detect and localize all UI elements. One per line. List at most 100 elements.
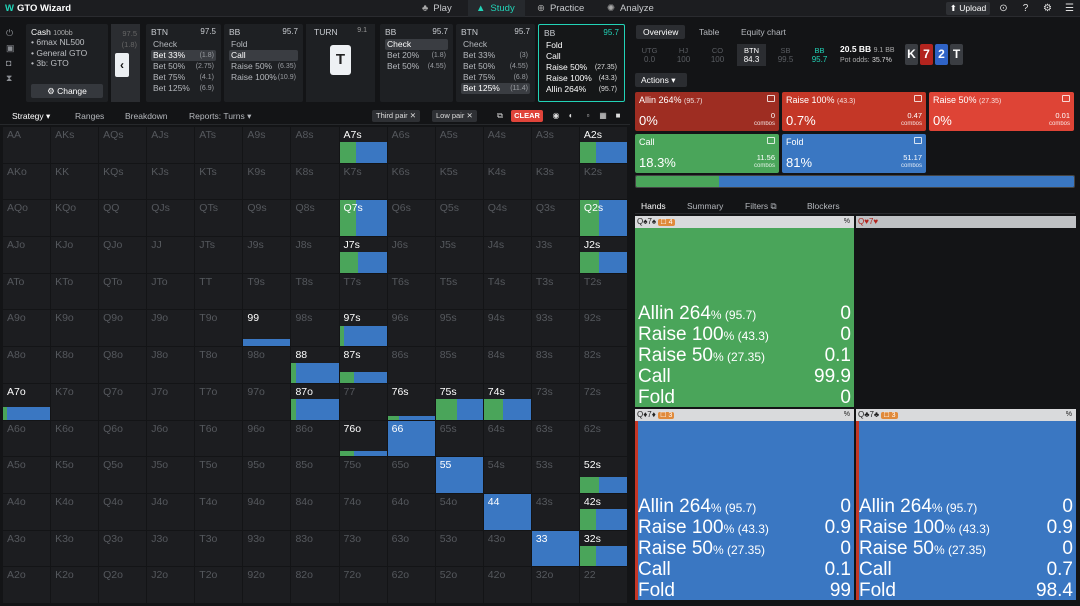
position-chip[interactable]: HJ 100 bbox=[669, 44, 698, 66]
hand-cell[interactable]: 98s bbox=[291, 310, 339, 347]
hand-cell[interactable]: A8s bbox=[291, 127, 339, 163]
position-chip[interactable]: UTG 0.0 bbox=[635, 44, 664, 66]
hand-cell[interactable]: KQs bbox=[99, 163, 147, 200]
close-icon[interactable]: ✕ bbox=[410, 111, 416, 120]
gear-icon[interactable]: ⚙ bbox=[1041, 2, 1054, 15]
hand-cell[interactable]: 53s bbox=[531, 457, 579, 493]
hand-cell[interactable]: T8o bbox=[195, 347, 243, 383]
hand-cell[interactable]: 96s bbox=[387, 310, 435, 347]
hand-cell[interactable]: 72s bbox=[579, 383, 627, 420]
hand-cell[interactable]: T2s bbox=[579, 273, 627, 310]
node-action[interactable]: Raise 100% (10.9) bbox=[229, 72, 298, 83]
hand-cell[interactable]: 77 bbox=[339, 383, 387, 420]
hand-cell[interactable]: 86o bbox=[291, 420, 339, 457]
hand-cell[interactable]: Q9s bbox=[243, 200, 291, 237]
hand-cell[interactable]: T5s bbox=[435, 273, 483, 310]
hand-cell[interactable]: 96o bbox=[243, 420, 291, 457]
hand-cell[interactable]: J7o bbox=[147, 383, 195, 420]
hand-cell[interactable]: A4s bbox=[483, 127, 531, 163]
hand-cell[interactable]: J7s bbox=[339, 237, 387, 273]
nav-practice[interactable]: ⊕ Practice bbox=[537, 0, 595, 17]
hand-cell[interactable]: KJs bbox=[147, 163, 195, 200]
hand-cell[interactable]: 44 bbox=[483, 493, 531, 530]
hand-cell[interactable]: AJo bbox=[3, 237, 51, 273]
hand-cell[interactable]: K9o bbox=[51, 310, 99, 347]
hand-cell[interactable]: AQs bbox=[99, 127, 147, 163]
tab-overview[interactable]: Overview bbox=[636, 25, 686, 39]
hand-cell[interactable]: 66 bbox=[387, 420, 435, 457]
hand-cell[interactable]: J6o bbox=[147, 420, 195, 457]
hand-cell[interactable]: J6s bbox=[387, 237, 435, 273]
hand-cell[interactable]: 87o bbox=[291, 383, 339, 420]
hand-cell[interactable]: T9o bbox=[195, 310, 243, 347]
hand-cell[interactable]: 93o bbox=[243, 530, 291, 567]
hand-cell[interactable]: Q3s bbox=[531, 200, 579, 237]
hand-cell[interactable]: K3o bbox=[51, 530, 99, 567]
hand-cell[interactable]: J4s bbox=[483, 237, 531, 273]
hand-cell[interactable]: QQ bbox=[99, 200, 147, 237]
hand-cell[interactable]: 64o bbox=[387, 493, 435, 530]
hand-cell[interactable]: AKo bbox=[3, 163, 51, 200]
hourglass-icon[interactable]: ⧗ bbox=[6, 73, 16, 88]
hand-cell[interactable]: 88 bbox=[291, 347, 339, 383]
hand-cell[interactable]: 84o bbox=[291, 493, 339, 530]
node-action[interactable]: Raise 50% (27.35) bbox=[544, 62, 619, 73]
hand-cell[interactable]: JJ bbox=[147, 237, 195, 273]
node-action[interactable]: Bet 75% (4.1) bbox=[151, 72, 216, 83]
node-action[interactable]: Call bbox=[544, 51, 619, 62]
hand-cell[interactable]: ATo bbox=[3, 273, 51, 310]
hand-cell[interactable]: T5o bbox=[195, 457, 243, 493]
node-action[interactable]: Bet 50% (4.55) bbox=[385, 61, 448, 72]
nav-study[interactable]: ▲ Study bbox=[468, 0, 525, 17]
hand-cell[interactable]: Q6s bbox=[387, 200, 435, 237]
hand-cell[interactable]: A9s bbox=[243, 127, 291, 163]
filter-chip-low-pair[interactable]: Low pair ✕ bbox=[432, 110, 477, 122]
node-action[interactable]: Bet 125% (11.4) bbox=[461, 83, 530, 94]
node-action[interactable]: Bet 50% (4.55) bbox=[461, 61, 530, 72]
hand-cell[interactable]: 85o bbox=[291, 457, 339, 493]
node-action[interactable]: Check bbox=[385, 39, 448, 50]
node-action[interactable]: Bet 75% (6.8) bbox=[461, 72, 530, 83]
hand-cell[interactable]: AA bbox=[3, 127, 51, 163]
hand-cell[interactable]: 72o bbox=[339, 567, 387, 603]
expand-icon[interactable] bbox=[767, 137, 775, 144]
hand-cell[interactable]: Q7s bbox=[339, 200, 387, 237]
expand-icon[interactable] bbox=[914, 137, 922, 144]
node-action[interactable]: Bet 33% (3) bbox=[461, 50, 530, 61]
hand-cell[interactable]: A6o bbox=[3, 420, 51, 457]
tab-table[interactable]: Table bbox=[699, 27, 719, 37]
hand-cell[interactable]: Q5o bbox=[99, 457, 147, 493]
square-icon[interactable]: ■ bbox=[613, 111, 623, 121]
hand-cell[interactable]: 54o bbox=[435, 493, 483, 530]
hand-cell[interactable]: K7s bbox=[339, 163, 387, 200]
hand-card[interactable]: Q♦7♦ ☐ 3% Allin 264% (95.7) 0 Raise 100% (4… bbox=[635, 409, 854, 600]
hand-cell[interactable]: Q8o bbox=[99, 347, 147, 383]
hand-cell[interactable]: A7o bbox=[3, 383, 51, 420]
hand-cell[interactable]: 74s bbox=[483, 383, 531, 420]
hand-cell[interactable]: Q8s bbox=[291, 200, 339, 237]
hand-cell[interactable]: T3s bbox=[531, 273, 579, 310]
hand-cell[interactable]: 62o bbox=[387, 567, 435, 603]
node-action[interactable]: Bet 125% (6.9) bbox=[151, 83, 216, 94]
hand-cell[interactable]: 43o bbox=[483, 530, 531, 567]
hand-cell[interactable]: 86s bbox=[387, 347, 435, 383]
hand-cell[interactable]: JTs bbox=[195, 237, 243, 273]
hand-cell[interactable]: 95o bbox=[243, 457, 291, 493]
position-chip[interactable]: CO 100 bbox=[703, 44, 732, 66]
hand-cell[interactable]: 32s bbox=[579, 530, 627, 567]
hand-cell[interactable]: A2s bbox=[579, 127, 627, 163]
hand-cell[interactable]: T9s bbox=[243, 273, 291, 310]
hand-cell[interactable]: 92s bbox=[579, 310, 627, 347]
change-button[interactable]: ⚙ Change bbox=[31, 84, 103, 98]
save-icon[interactable]: ▣ bbox=[6, 43, 16, 58]
tab-summary[interactable]: Summary bbox=[687, 201, 723, 211]
hand-cell[interactable]: 73o bbox=[339, 530, 387, 567]
hand-cell[interactable]: J9o bbox=[147, 310, 195, 347]
clear-button[interactable]: CLEAR bbox=[511, 110, 543, 122]
node-action[interactable]: Call bbox=[229, 50, 298, 61]
hand-cell[interactable]: T2o bbox=[195, 567, 243, 603]
hand-cell[interactable]: 76s bbox=[387, 383, 435, 420]
node-action[interactable]: Raise 100% (43.3) bbox=[544, 73, 619, 84]
hand-cell[interactable]: Q4s bbox=[483, 200, 531, 237]
hand-cell[interactable]: 75s bbox=[435, 383, 483, 420]
